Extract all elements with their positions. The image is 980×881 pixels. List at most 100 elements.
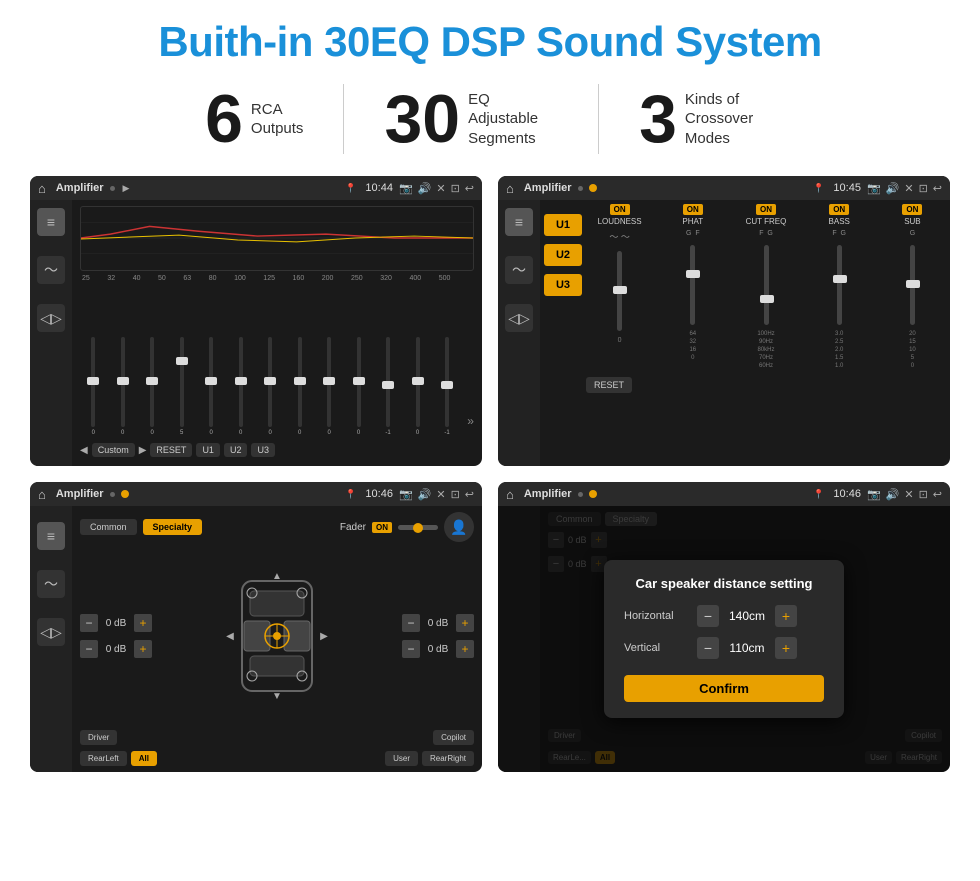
eq-sidebar-icon-1[interactable]: ≡: [37, 208, 65, 236]
cutfreq-fg: F G: [759, 230, 773, 237]
driver-btn[interactable]: Driver: [80, 730, 117, 745]
level-fl-minus[interactable]: −: [80, 614, 98, 632]
topbar-1: ⌂ Amplifier ▶ 📍 10:44 📷 🔊 ✕ ⊡ ↩: [30, 176, 482, 200]
level-rl-minus[interactable]: −: [80, 640, 98, 658]
u1-btn-eq[interactable]: U1: [196, 443, 220, 457]
rearleft-btn[interactable]: RearLeft: [80, 751, 127, 766]
eq-slider-track-12[interactable]: [445, 337, 449, 427]
vertical-minus-btn[interactable]: −: [697, 637, 719, 659]
bass-slider[interactable]: [837, 245, 842, 325]
topbar-icons-1: 📷 🔊 ✕ ⊡ ↩: [399, 182, 474, 195]
eq-slider-track-3[interactable]: [180, 337, 184, 427]
eq-sliders-row: 0 0 0 5: [80, 286, 474, 440]
copilot-btn[interactable]: Copilot: [433, 730, 474, 745]
eq-curve-svg: [81, 207, 473, 270]
eq-slider-track-9[interactable]: [357, 337, 361, 427]
level-fr-plus[interactable]: +: [456, 614, 474, 632]
eq-graph: [80, 206, 474, 271]
level-rr-minus[interactable]: −: [402, 640, 420, 658]
orange-dot-3: [121, 490, 129, 498]
sub-slider[interactable]: [910, 245, 915, 325]
eq-slider-val-7: 0: [298, 430, 301, 436]
eq-slider-track-2[interactable]: [150, 337, 154, 427]
prev-preset-btn[interactable]: ◀: [80, 445, 88, 456]
common-tab[interactable]: Common: [80, 519, 137, 535]
eq-content: ≡ 〜 ◁▷: [30, 200, 482, 466]
u1-btn-amp[interactable]: U1: [544, 214, 582, 236]
horizontal-plus-btn[interactable]: +: [775, 605, 797, 627]
eq-slider-track-6[interactable]: [268, 337, 272, 427]
location-icon-2: 📍: [813, 183, 824, 194]
home-icon-4[interactable]: ⌂: [506, 487, 514, 502]
u2-btn-eq[interactable]: U2: [224, 443, 248, 457]
fader-track[interactable]: [398, 525, 438, 530]
page-wrapper: Buith-in 30EQ DSP Sound System 6 RCAOutp…: [0, 0, 980, 790]
home-icon[interactable]: ⌂: [38, 181, 46, 196]
cutfreq-label: CUT FREQ: [746, 217, 787, 226]
topbar-time-4: 10:46: [833, 488, 861, 500]
eq-sidebar-icon-3[interactable]: ◁▷: [37, 304, 65, 332]
eq-slider-9: 0: [345, 337, 371, 436]
eq-slider-track-11[interactable]: [416, 337, 420, 427]
eq-slider-track-7[interactable]: [298, 337, 302, 427]
eq-slider-track-10[interactable]: [386, 337, 390, 427]
eq-slider-3: 5: [168, 337, 194, 436]
u3-btn-eq[interactable]: U3: [251, 443, 275, 457]
phat-ctrl: ON PHAT G F 6432160: [659, 204, 726, 361]
loudness-slider[interactable]: [617, 251, 622, 331]
rearright-btn[interactable]: RearRight: [422, 751, 474, 766]
amp-sidebar-icon-3[interactable]: ◁▷: [505, 304, 533, 332]
level-rr-plus[interactable]: +: [456, 640, 474, 658]
topbar-title-3: Amplifier: [56, 488, 104, 500]
minimize-icon-3: ⊡: [451, 488, 460, 501]
eq-slider-track-5[interactable]: [239, 337, 243, 427]
reset-btn-eq[interactable]: RESET: [150, 443, 192, 457]
eq-slider-track-4[interactable]: [209, 337, 213, 427]
user-btn[interactable]: User: [385, 751, 418, 766]
specialty-tab[interactable]: Specialty: [143, 519, 203, 535]
eq-sidebar-icon-2[interactable]: 〜: [37, 256, 65, 284]
bass-label: BASS: [829, 217, 850, 226]
level-fl-plus[interactable]: +: [134, 614, 152, 632]
topbar-icons-4: 📷 🔊 ✕ ⊡ ↩: [867, 488, 942, 501]
fader-sidebar-icon-3[interactable]: ◁▷: [37, 618, 65, 646]
fader-sidebar-icon-2[interactable]: 〜: [37, 570, 65, 598]
eq-sidebar: ≡ 〜 ◁▷: [30, 200, 72, 466]
eq-slider-track-0[interactable]: [91, 337, 95, 427]
horizontal-minus-btn[interactable]: −: [697, 605, 719, 627]
level-fr-minus[interactable]: −: [402, 614, 420, 632]
freq-label-0: 25: [82, 275, 90, 282]
cutfreq-slider[interactable]: [764, 245, 769, 325]
u2-btn-amp[interactable]: U2: [544, 244, 582, 266]
home-icon-3[interactable]: ⌂: [38, 487, 46, 502]
eq-slider-val-8: 0: [327, 430, 330, 436]
eq-slider-track-1[interactable]: [121, 337, 125, 427]
u3-btn-amp[interactable]: U3: [544, 274, 582, 296]
vertical-plus-btn[interactable]: +: [775, 637, 797, 659]
eq-arrows-btn[interactable]: »: [467, 414, 474, 436]
amp-sidebar-icon-2[interactable]: 〜: [505, 256, 533, 284]
confirm-button[interactable]: Confirm: [624, 675, 824, 702]
next-preset-btn[interactable]: ▶: [139, 445, 147, 456]
reset-btn-amp[interactable]: RESET: [586, 377, 632, 393]
eq-slider-7: 0: [286, 337, 312, 436]
home-icon-2[interactable]: ⌂: [506, 181, 514, 196]
stats-row: 6 RCAOutputs 30 EQ AdjustableSegments 3 …: [30, 84, 950, 154]
volume-icon: 🔊: [418, 182, 432, 195]
phat-slider[interactable]: [690, 245, 695, 325]
fader-user-icon[interactable]: 👤: [444, 512, 474, 542]
loudness-scale: 0: [618, 337, 622, 344]
phat-scale: 6432160: [689, 331, 696, 361]
custom-btn[interactable]: Custom: [92, 443, 135, 457]
eq-slider-12: -1: [434, 337, 460, 436]
fader-sidebar-icon-1[interactable]: ≡: [37, 522, 65, 550]
all-btn[interactable]: All: [131, 751, 157, 766]
amp-sidebar-icon-1[interactable]: ≡: [505, 208, 533, 236]
horizontal-value: 140cm: [727, 609, 767, 623]
level-rl-plus[interactable]: +: [134, 640, 152, 658]
volume-icon-3: 🔊: [418, 488, 432, 501]
back-icon-2: ↩: [933, 182, 942, 195]
close-icon-2: ✕: [904, 182, 913, 195]
eq-slider-track-8[interactable]: [327, 337, 331, 427]
topbar-dot-1: [110, 186, 115, 191]
